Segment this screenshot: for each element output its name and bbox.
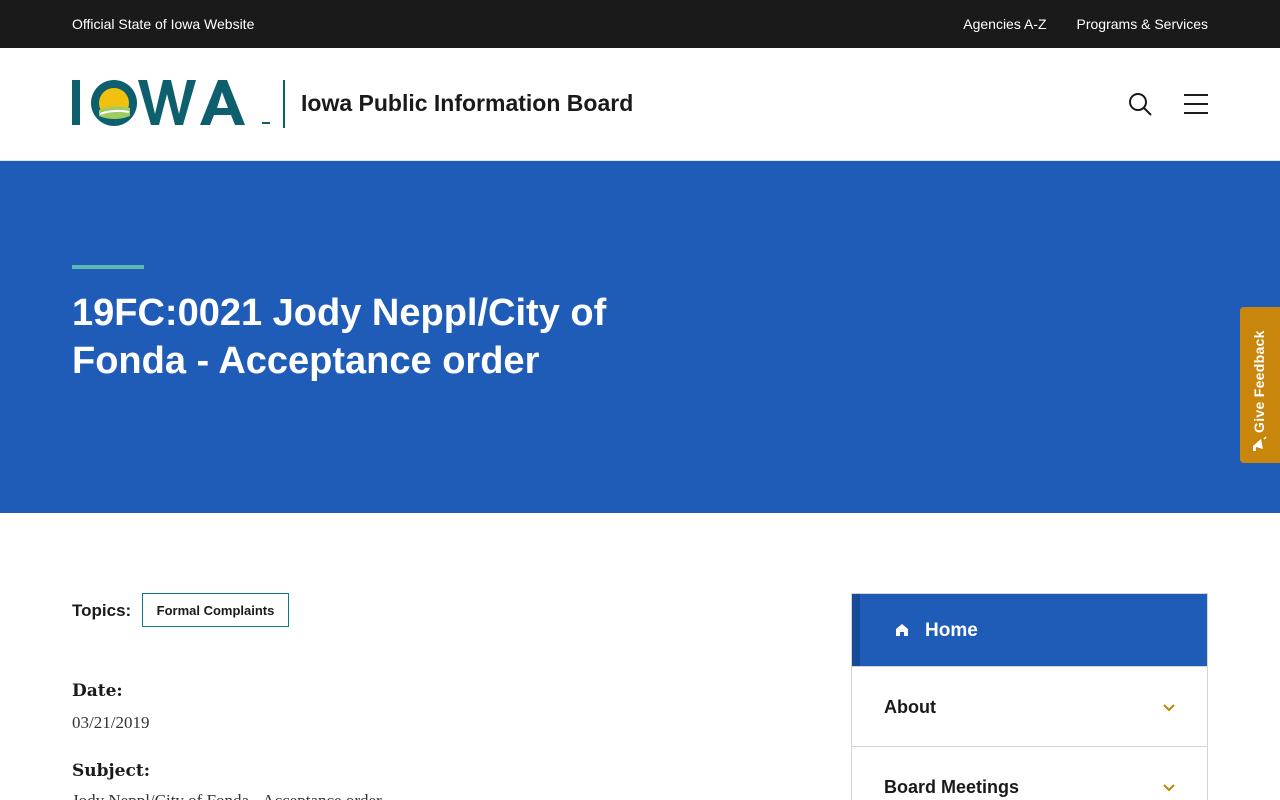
megaphone-icon (1253, 436, 1267, 451)
iowa-logo[interactable] (72, 78, 272, 128)
chevron-down-icon[interactable] (1162, 703, 1176, 713)
subject-label: Subject: (72, 761, 150, 781)
hamburger-menu-icon[interactable] (1182, 92, 1210, 116)
logo-divider (283, 80, 285, 128)
give-feedback-button[interactable]: Give Feedback (1240, 307, 1280, 463)
feedback-label: Give Feedback (1251, 330, 1267, 433)
subject-value: Jody Neppl/City of Fonda - Acceptance or… (72, 791, 382, 800)
programs-services-link[interactable]: Programs & Services (1077, 16, 1208, 32)
topics-label: Topics: (72, 601, 132, 620)
utility-links: Agencies A-Z Programs & Services (963, 16, 1208, 32)
sidebar-item-about[interactable]: About (852, 666, 1207, 746)
sidebar-item-home[interactable]: Home (852, 594, 1207, 666)
hero-accent-bar (72, 265, 144, 269)
sidebar-item-board-meetings[interactable]: Board Meetings (852, 746, 1207, 800)
search-icon[interactable] (1126, 90, 1154, 118)
agencies-link[interactable]: Agencies A-Z (963, 16, 1046, 32)
topic-tag-formal-complaints[interactable]: Formal Complaints (142, 593, 289, 627)
home-icon (896, 624, 908, 636)
site-header: Iowa Public Information Board (0, 48, 1280, 161)
top-utility-bar: Official State of Iowa Website Agencies … (0, 0, 1280, 48)
date-label: Date: (72, 681, 123, 701)
date-value: 03/21/2019 (72, 713, 150, 732)
official-site-text: Official State of Iowa Website (72, 16, 255, 32)
sidebar-item-label: Home (925, 620, 978, 641)
page-hero: 19FC:0021 Jody Neppl/City of Fonda - Acc… (0, 161, 1280, 513)
side-navigation: Home About Board Meetings (851, 593, 1208, 800)
sidebar-item-label: About (884, 697, 936, 717)
sidebar-item-label: Board Meetings (884, 777, 1020, 797)
chevron-down-icon[interactable] (1162, 783, 1176, 793)
site-name[interactable]: Iowa Public Information Board (301, 90, 633, 117)
page-title: 19FC:0021 Jody Neppl/City of Fonda - Acc… (72, 292, 607, 382)
